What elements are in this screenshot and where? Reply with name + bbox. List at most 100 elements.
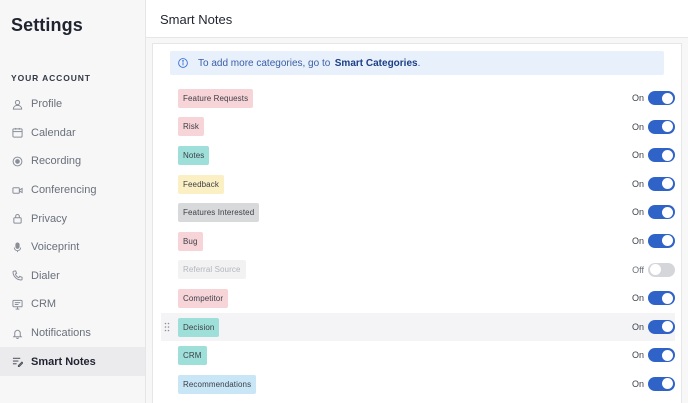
category-row: Feature Requests On [161,84,675,113]
info-text: To add more categories, go to [198,57,331,69]
toggle-state-label: On [631,93,644,103]
sidebar-item-label: Recording [31,155,82,168]
info-suffix: . [417,57,421,69]
category-toggle[interactable]: On [631,319,675,334]
toggle-state-label: On [631,378,644,389]
sidebar-item-voiceprint[interactable]: Voiceprint [0,233,145,262]
toggle-state-label: On [631,178,644,189]
toggle-knob [662,235,673,247]
toggle-switch[interactable] [648,176,675,191]
category-toggle[interactable]: On [631,233,675,248]
toggle-switch[interactable] [648,376,675,391]
category-row: Competitor On [161,284,675,313]
sidebar-item-label: Voiceprint [31,241,80,254]
toggle-switch[interactable] [648,91,675,105]
category-tag: Bug [178,231,203,251]
drag-handle-icon[interactable] [164,322,170,332]
toggle-state-label: On [631,121,644,132]
microphone-icon [12,242,23,253]
category-toggle[interactable]: Off [631,262,675,277]
sidebar-item-label: Dialer [31,269,60,282]
category-row: Features Interested On [161,198,675,227]
toggle-state-label: On [631,350,644,361]
toggle-switch[interactable] [648,119,675,134]
sidebar-item-profile[interactable]: Profile [0,90,145,119]
sidebar-item-dialer[interactable]: Dialer [0,262,145,291]
category-toggle[interactable]: On [631,348,675,363]
sidebar-item-notifications[interactable]: Notifications [0,319,145,348]
phone-icon [12,270,23,281]
sidebar-item-label: Conferencing [31,184,97,197]
category-toggle[interactable]: On [631,91,675,105]
toggle-knob [662,92,673,104]
toggle-state-label: On [631,235,644,246]
sidebar-item-label: Smart Notes [31,355,96,368]
sidebar: Settings YOUR ACCOUNT Profile Calendar R… [0,0,146,403]
category-row: Notes On [161,141,675,170]
toggle-state-label: On [631,207,644,218]
toggle-switch[interactable] [648,148,675,163]
category-toggle[interactable]: On [631,376,675,391]
sidebar-title: Settings [11,15,83,35]
sidebar-item-label: Privacy [31,212,68,225]
category-row: Feedback On [161,170,675,199]
toggle-knob [662,206,673,218]
sidebar-item-label: CRM [31,298,57,311]
category-tag: Notes [178,145,210,165]
toggle-switch[interactable] [648,319,675,334]
toggle-knob [662,292,673,304]
sidebar-nav: Profile Calendar Recording Conferencing … [0,90,145,376]
calendar-icon [12,127,23,138]
sidebar-item-privacy[interactable]: Privacy [0,204,145,233]
category-row: Recommendations On [161,370,675,399]
lock-icon [12,213,23,224]
category-list: Feature Requests On Risk On Notes On Feedback O… [161,84,675,399]
toggle-knob [662,321,673,333]
section-label: YOUR ACCOUNT [11,73,91,83]
toggle-state-label: On [631,150,644,161]
smart-notes-card: To add more categories, go to Smart Cate… [152,43,682,403]
sidebar-item-crm[interactable]: CRM [0,290,145,319]
category-toggle[interactable]: On [631,176,675,191]
sidebar-item-recording[interactable]: Recording [0,147,145,176]
category-row: Referral Source Off [161,256,675,285]
toggle-switch[interactable] [648,205,675,220]
category-tag: Decision [178,317,220,337]
toggle-switch[interactable] [648,291,675,306]
toggle-knob [662,121,673,133]
category-tag: Competitor [178,288,229,308]
main-content: Smart Notes To add more categories, go t… [146,0,688,403]
toggle-switch[interactable] [648,262,675,277]
category-toggle[interactable]: On [631,119,675,134]
toggle-knob [662,178,673,190]
info-icon [178,58,188,68]
smart-categories-link[interactable]: Smart Categories [335,58,418,69]
toggle-switch[interactable] [648,348,675,363]
category-tag: Feature Requests [178,88,254,108]
toggle-state-label: On [631,321,644,332]
info-banner: To add more categories, go to Smart Cate… [170,51,664,75]
toggle-state-label: On [631,293,644,304]
sidebar-item-label: Profile [31,98,63,111]
category-tag: Features Interested [178,203,260,223]
category-toggle[interactable]: On [631,148,675,163]
category-row: Decision On [161,312,675,342]
category-row: CRM On [161,341,675,370]
page-title: Smart Notes [160,12,233,27]
toggle-switch[interactable] [648,233,675,248]
record-icon [12,156,23,167]
toggle-state-label: Off [632,264,644,275]
category-tag: Feedback [178,174,224,194]
sidebar-item-calendar[interactable]: Calendar [0,119,145,148]
category-toggle[interactable]: On [631,291,675,306]
crm-icon [12,299,23,310]
category-toggle[interactable]: On [631,205,675,220]
category-tag: Risk [178,117,204,137]
video-icon [12,185,23,196]
category-row: Bug On [161,227,675,256]
toggle-knob [662,349,673,361]
sidebar-item-smart-notes[interactable]: Smart Notes [0,347,145,376]
toggle-knob [662,149,673,161]
main-header: Smart Notes [146,0,688,38]
sidebar-item-conferencing[interactable]: Conferencing [0,176,145,205]
